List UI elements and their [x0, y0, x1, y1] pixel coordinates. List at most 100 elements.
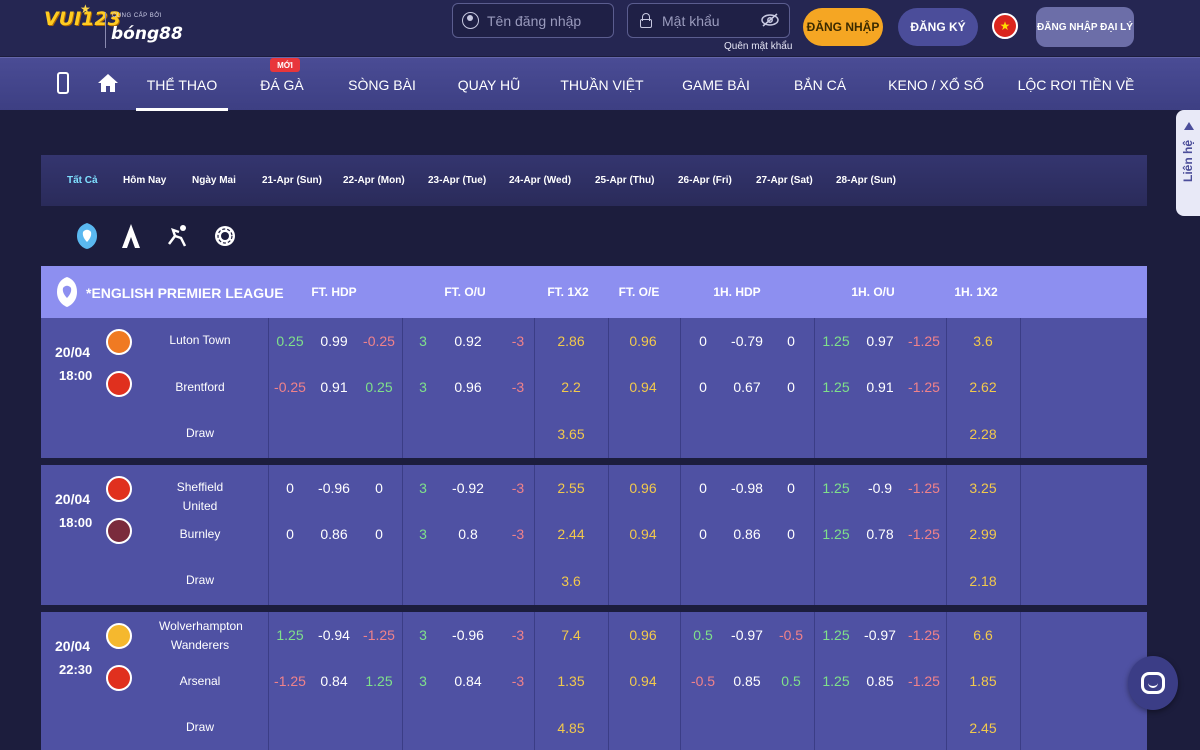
date-tab-24apr[interactable]: 24-Apr (Wed) [509, 155, 571, 206]
odds-cell[interactable]: -0.5 [779, 627, 803, 643]
odds-cell[interactable]: 0.5 [693, 627, 712, 643]
odds-cell[interactable]: -1.25 [908, 673, 940, 689]
match-row[interactable]: 20/04 22:30 Wolverhampton Wanderers Arsenal… [41, 612, 1147, 750]
nav-item-loc-roi-tien-ve[interactable]: LỘC RƠI TIỀN VỀ [1014, 58, 1138, 111]
odds-cell[interactable]: 2.45 [969, 720, 996, 736]
odds-cell[interactable]: -3 [512, 333, 524, 349]
odds-cell[interactable]: 0 [375, 480, 383, 496]
odds-cell[interactable]: -3 [512, 480, 524, 496]
match-row[interactable]: 20/04 18:00 Sheffield United Burnley Draw 0 -0… [41, 465, 1147, 605]
odds-cell[interactable]: -3 [512, 627, 524, 643]
date-tab-27apr[interactable]: 27-Apr (Sat) [756, 155, 813, 206]
username-field[interactable] [452, 3, 614, 38]
nav-item-quay-hu[interactable]: QUAY HŨ [448, 58, 530, 111]
league-header[interactable]: *ENGLISH PREMIER LEAGUE FT. HDP FT. O/U … [41, 266, 1147, 318]
odds-cell[interactable]: 0.86 [320, 526, 347, 542]
date-tab-22apr[interactable]: 22-Apr (Mon) [343, 155, 405, 206]
odds-cell[interactable]: -1.25 [274, 673, 306, 689]
odds-cell[interactable]: 0 [787, 526, 795, 542]
odds-cell[interactable]: -0.94 [318, 627, 350, 643]
mobile-icon[interactable] [57, 72, 69, 94]
odds-cell[interactable]: 2.44 [557, 526, 584, 542]
odds-cell[interactable]: -1.25 [363, 627, 395, 643]
odds-cell[interactable]: 0.85 [866, 673, 893, 689]
odds-cell[interactable]: 1.25 [822, 526, 849, 542]
date-tab-today[interactable]: Hôm Nay [123, 155, 166, 206]
odds-cell[interactable]: 1.25 [365, 673, 392, 689]
premier-league-icon[interactable] [75, 222, 99, 250]
odds-cell[interactable]: 2.2 [561, 379, 580, 395]
odds-cell[interactable]: 0.84 [320, 673, 347, 689]
odds-cell[interactable]: 0 [286, 480, 294, 496]
odds-cell[interactable]: 0.94 [629, 673, 656, 689]
odds-cell[interactable]: 3 [419, 379, 427, 395]
odds-cell[interactable]: -0.97 [731, 627, 763, 643]
odds-cell[interactable]: 3 [419, 526, 427, 542]
odds-cell[interactable]: 0 [699, 379, 707, 395]
odds-cell[interactable]: 1.25 [822, 627, 849, 643]
odds-cell[interactable]: 2.86 [557, 333, 584, 349]
date-tab-25apr[interactable]: 25-Apr (Thu) [595, 155, 654, 206]
odds-cell[interactable]: 2.18 [969, 573, 996, 589]
odds-cell[interactable]: 3.6 [561, 573, 580, 589]
odds-cell[interactable]: 2.28 [969, 426, 996, 442]
odds-cell[interactable]: 2.99 [969, 526, 996, 542]
site-logo[interactable]: ★ VUI123 [44, 2, 121, 52]
odds-cell[interactable]: 3 [419, 673, 427, 689]
nav-item-ban-ca[interactable]: BẮN CÁ [784, 58, 856, 111]
odds-cell[interactable]: -0.96 [318, 480, 350, 496]
odds-cell[interactable]: 3.65 [557, 426, 584, 442]
odds-cell[interactable]: 0 [699, 480, 707, 496]
chat-button[interactable] [1128, 656, 1178, 710]
odds-cell[interactable]: 6.6 [973, 627, 992, 643]
odds-cell[interactable]: -1.25 [908, 480, 940, 496]
odds-cell[interactable]: 0.91 [320, 379, 347, 395]
odds-cell[interactable]: -3 [512, 526, 524, 542]
odds-cell[interactable]: 3.25 [969, 480, 996, 496]
odds-cell[interactable]: 0 [699, 526, 707, 542]
nav-item-thuan-viet[interactable]: THUẦN VIỆT [552, 58, 652, 111]
odds-cell[interactable]: -0.79 [731, 333, 763, 349]
odds-cell[interactable]: -1.25 [908, 379, 940, 395]
odds-cell[interactable]: -0.9 [868, 480, 892, 496]
contact-side-tab[interactable]: Liên hệ [1176, 110, 1200, 216]
odds-cell[interactable]: -0.92 [452, 480, 484, 496]
odds-cell[interactable]: -0.96 [452, 627, 484, 643]
odds-cell[interactable]: -3 [512, 673, 524, 689]
odds-cell[interactable]: -0.5 [691, 673, 715, 689]
nav-item-game-bai[interactable]: GAME BÀI [672, 58, 760, 111]
odds-cell[interactable]: 4.85 [557, 720, 584, 736]
odds-cell[interactable]: 0.91 [866, 379, 893, 395]
date-tab-28apr[interactable]: 28-Apr (Sun) [836, 155, 896, 206]
nav-item-keno-xo-so[interactable]: KENO / XỔ SỐ [880, 58, 992, 111]
odds-cell[interactable]: 0.5 [781, 673, 800, 689]
register-button[interactable]: ĐĂNG KÝ [898, 8, 978, 46]
odds-cell[interactable]: 0.96 [454, 379, 481, 395]
odds-cell[interactable]: -3 [512, 379, 524, 395]
odds-cell[interactable]: 0.97 [866, 333, 893, 349]
forgot-password-link[interactable]: Quên mật khẩu [724, 41, 792, 52]
match-row[interactable]: 20/04 18:00 Luton Town Brentford Draw 0.25 0.9… [41, 318, 1147, 458]
nav-item-the-thao[interactable]: THỂ THAO [136, 58, 228, 111]
odds-cell[interactable]: 1.35 [557, 673, 584, 689]
odds-cell[interactable]: 0.94 [629, 379, 656, 395]
odds-cell[interactable]: -0.25 [274, 379, 306, 395]
odds-cell[interactable]: 0.94 [629, 526, 656, 542]
odds-cell[interactable]: -1.25 [908, 333, 940, 349]
nav-item-song-bai[interactable]: SÒNG BÀI [340, 58, 424, 111]
odds-cell[interactable]: 0.25 [276, 333, 303, 349]
ligue1-icon[interactable] [213, 222, 237, 250]
odds-cell[interactable]: 1.25 [822, 379, 849, 395]
odds-cell[interactable]: -0.98 [731, 480, 763, 496]
date-tab-21apr[interactable]: 21-Apr (Sun) [262, 155, 322, 206]
odds-cell[interactable]: 0.85 [733, 673, 760, 689]
date-tab-all[interactable]: Tất Cả [67, 155, 98, 206]
odds-cell[interactable]: 0 [787, 379, 795, 395]
odds-cell[interactable]: 2.62 [969, 379, 996, 395]
odds-cell[interactable]: 2.55 [557, 480, 584, 496]
odds-cell[interactable]: 0.78 [866, 526, 893, 542]
odds-cell[interactable]: 0 [787, 480, 795, 496]
home-icon[interactable] [97, 72, 119, 94]
odds-cell[interactable]: 0 [286, 526, 294, 542]
bundesliga-icon[interactable] [165, 222, 189, 250]
